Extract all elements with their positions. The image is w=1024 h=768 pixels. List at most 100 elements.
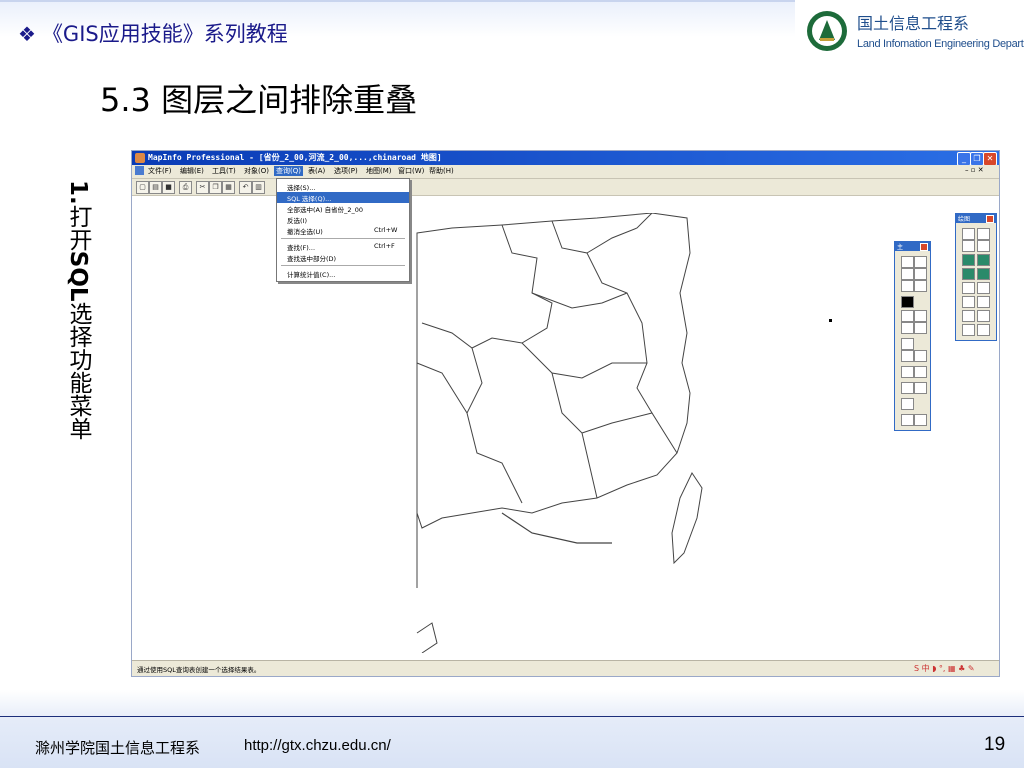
main-tool-palette: 主 [894, 241, 931, 431]
footer-organization: 滁州学院国土信息工程系 [35, 739, 201, 757]
menu-item-label: 反选(I) [287, 217, 307, 225]
undo-icon[interactable]: ↶ [239, 181, 252, 194]
text-style-icon[interactable] [977, 324, 990, 336]
new-file-icon[interactable]: ▢ [136, 181, 149, 194]
menu-window[interactable]: 窗口(W) [398, 166, 424, 176]
browser-icon[interactable]: ▥ [252, 181, 265, 194]
app-window-title: MapInfo Professional - [省份_2_00,河流_2_00,… [148, 153, 442, 162]
child-minimize-icon[interactable]: – ▫ ✕ [965, 166, 984, 174]
menu-item-invert[interactable]: 反选(I) [277, 214, 409, 225]
boundary-select-icon[interactable] [901, 280, 914, 292]
step-number: 1. [65, 180, 91, 205]
menu-item-label: 撤消全选(U) [287, 228, 323, 236]
status-text: 通过使用SQL查询表创建一个选择结果表。 [137, 666, 261, 674]
menu-help[interactable]: 帮助(H) [429, 166, 454, 176]
menu-item-statistics[interactable]: 计算统计值(C)... [277, 268, 409, 279]
cut-icon[interactable]: ✂ [196, 181, 209, 194]
menu-item-label: 选择(S)... [287, 184, 316, 192]
series-title: ❖ 《GIS应用技能》系列教程 [18, 18, 288, 48]
draw-palette-close-icon[interactable] [986, 215, 994, 223]
menu-item-select[interactable]: 选择(S)... [277, 181, 409, 192]
app-toolbar: ▢ ▤ ■ ⎙ ✂ ❐ ▦ ↶ ▥ [132, 179, 999, 196]
menu-item-find-selection[interactable]: 查找选中部分(D) [277, 252, 409, 263]
menu-query[interactable]: 查询(Q) [274, 166, 303, 176]
slide-title: 5.3 图层之间排除重叠 [100, 81, 418, 119]
menu-item-unselect-all[interactable]: 撤消全选(U) Ctrl+W [277, 225, 409, 236]
line-tool-icon[interactable] [977, 228, 990, 240]
minimize-icon[interactable]: _ [957, 152, 971, 166]
set-target-icon[interactable] [914, 414, 927, 426]
palette-close-icon[interactable] [920, 243, 928, 251]
arc-tool-icon[interactable] [977, 240, 990, 252]
department-name-cn: 国土信息工程系 [857, 14, 970, 33]
ellipse-tool-icon[interactable] [977, 254, 990, 266]
info-icon[interactable] [901, 338, 914, 350]
close-icon[interactable]: ✕ [983, 152, 997, 166]
menu-item-select-all[interactable]: 全部选中(A) 自省份_2_00 [277, 203, 409, 214]
symbol-tool-icon[interactable] [962, 228, 975, 240]
app-statusbar: 通过使用SQL查询表创建一个选择结果表。 S 中 ◗ °, ▦ ♣ ✎ [132, 660, 999, 676]
menu-table[interactable]: 表(A) [308, 166, 325, 176]
polygon-select-icon[interactable] [914, 268, 927, 280]
taiwan-island [671, 471, 703, 565]
unselect-icon[interactable] [914, 280, 927, 292]
map-canvas[interactable] [412, 213, 712, 653]
grabber-icon[interactable] [914, 322, 927, 334]
label-icon[interactable] [901, 350, 914, 362]
copy-icon[interactable]: ❐ [209, 181, 222, 194]
footer-url-link[interactable]: http://gtx.chzu.edu.cn/ [244, 737, 391, 754]
app-titlebar: MapInfo Professional - [省份_2_00,河流_2_00,… [132, 151, 999, 166]
menu-tools[interactable]: 工具(T) [212, 166, 236, 176]
save-icon[interactable]: ■ [162, 181, 175, 194]
select-region-icon[interactable] [914, 256, 927, 268]
zoom-out-icon[interactable] [914, 310, 927, 322]
ruler-icon[interactable] [914, 366, 927, 378]
restore-icon[interactable]: ❐ [970, 152, 984, 166]
polygon-tool-icon[interactable] [962, 254, 975, 266]
rounded-rect-tool-icon[interactable] [977, 268, 990, 280]
hotlink-icon[interactable] [901, 398, 914, 410]
zoom-in-icon[interactable] [901, 310, 914, 322]
university-seal-icon [807, 11, 847, 51]
drag-map-icon[interactable] [914, 350, 927, 362]
department-name-en: Land Infomation Engineering Department [857, 38, 1024, 50]
layer-control-icon[interactable] [901, 366, 914, 378]
menu-objects[interactable]: 对象(O) [244, 166, 269, 176]
line-style-icon[interactable] [977, 310, 990, 322]
select-arrow-icon[interactable] [901, 256, 914, 268]
region-style-icon[interactable] [962, 324, 975, 336]
drawing-tool-palette: 绘图 [955, 213, 997, 341]
menu-edit[interactable]: 编辑(E) [180, 166, 204, 176]
text-tool-icon[interactable] [962, 282, 975, 294]
menu-options[interactable]: 选项(P) [334, 166, 358, 176]
open-folder-icon[interactable]: ▤ [149, 181, 162, 194]
reshape-tool-icon[interactable] [962, 296, 975, 308]
add-node-tool-icon[interactable] [977, 296, 990, 308]
statistics-icon[interactable] [914, 382, 927, 394]
step-text-pre: 打开 [65, 204, 91, 251]
menu-item-find[interactable]: 查找(F)... Ctrl+F [277, 241, 409, 252]
ime-tray-icons: S 中 ◗ °, ▦ ♣ ✎ [914, 664, 975, 673]
map-point [829, 319, 832, 322]
rectangle-tool-icon[interactable] [962, 268, 975, 280]
polyline-tool-icon[interactable] [962, 240, 975, 252]
query-dropdown-menu: 选择(S)... SQL 选择(Q)... 全部选中(A) 自省份_2_00 反… [276, 178, 410, 282]
change-view-icon[interactable] [901, 322, 914, 334]
print-icon[interactable]: ⎙ [179, 181, 192, 194]
paste-icon[interactable]: ▦ [222, 181, 235, 194]
menu-item-shortcut: Ctrl+F [374, 242, 395, 250]
graph-select-icon[interactable] [901, 296, 914, 308]
menu-map[interactable]: 地图(M) [366, 166, 392, 176]
clip-region-icon[interactable] [901, 414, 914, 426]
step-text-bold: SQL [65, 250, 91, 302]
menu-item-label: 查找(F)... [287, 244, 316, 252]
radius-select-icon[interactable] [901, 268, 914, 280]
document-icon [135, 166, 144, 175]
frame-tool-icon[interactable] [977, 282, 990, 294]
menu-item-sql-select[interactable]: SQL 选择(Q)... [277, 192, 409, 203]
series-title-text: 《GIS应用技能》系列教程 [41, 22, 288, 46]
menu-file[interactable]: 文件(F) [148, 166, 172, 176]
legend-icon[interactable] [901, 382, 914, 394]
symbol-style-icon[interactable] [962, 310, 975, 322]
diamond-bullet-icon: ❖ [18, 22, 36, 46]
